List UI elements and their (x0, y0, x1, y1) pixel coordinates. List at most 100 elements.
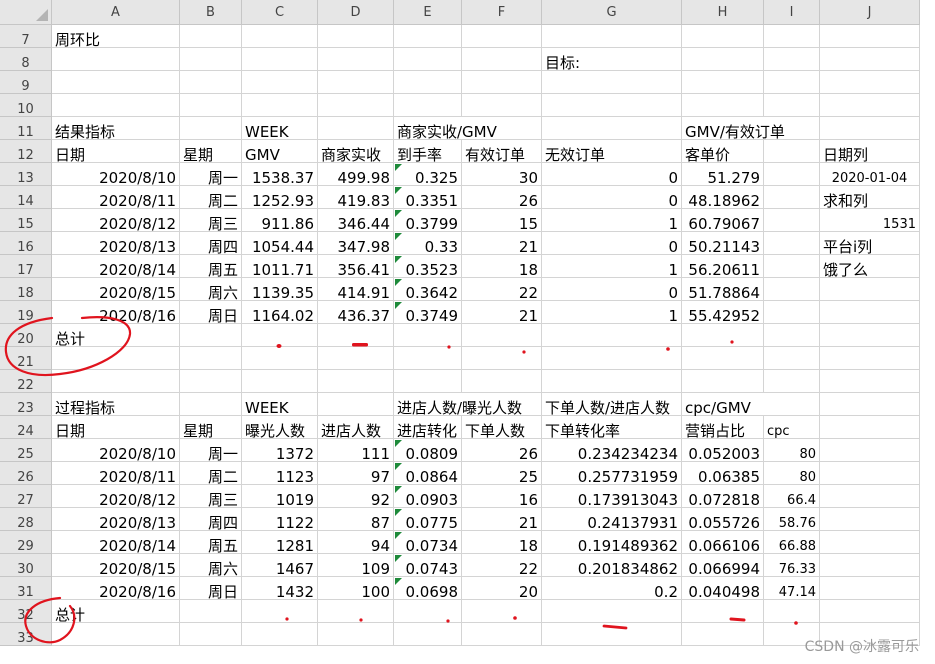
cell-F30[interactable]: 22 (462, 554, 542, 578)
cell-D22[interactable] (318, 370, 394, 393)
cell-H31[interactable]: 0.040498 (682, 577, 764, 601)
cell-E10[interactable] (394, 94, 462, 117)
row-header-31[interactable]: 31 (0, 577, 52, 600)
cell-J17[interactable]: 饿了么 (820, 255, 920, 279)
cell-A7[interactable]: 周环比 (52, 25, 180, 49)
cell-E9[interactable] (394, 71, 462, 94)
cell-G24[interactable]: 下单转化率 (542, 416, 682, 440)
row-header-21[interactable]: 21 (0, 347, 52, 370)
cell-I30[interactable]: 76.33 (764, 554, 820, 577)
cell-A33[interactable] (52, 623, 180, 646)
cell-C11[interactable]: WEEK (242, 117, 318, 141)
cell-G27[interactable]: 0.173913043 (542, 485, 682, 509)
select-all-corner[interactable] (0, 0, 52, 25)
cell-B16[interactable]: 周四 (180, 232, 242, 256)
cell-B24[interactable]: 星期 (180, 416, 242, 440)
cell-B13[interactable]: 周一 (180, 163, 242, 187)
cell-B19[interactable]: 周日 (180, 301, 242, 325)
cell-C26[interactable]: 1123 (242, 462, 318, 486)
cell-A31[interactable]: 2020/8/16 (52, 577, 180, 601)
row-header-7[interactable]: 7 (0, 25, 52, 48)
cell-F33[interactable] (462, 623, 542, 646)
cell-B14[interactable]: 周二 (180, 186, 242, 210)
cell-H19[interactable]: 55.42952 (682, 301, 764, 325)
cell-E17[interactable]: 0.3523 (394, 255, 462, 279)
error-flag-icon[interactable] (395, 302, 402, 309)
cell-H29[interactable]: 0.066106 (682, 531, 764, 555)
cell-I29[interactable]: 66.88 (764, 531, 820, 554)
cell-J18[interactable] (820, 278, 920, 301)
cell-B32[interactable] (180, 600, 242, 623)
cell-H28[interactable]: 0.055726 (682, 508, 764, 532)
cell-E29[interactable]: 0.0734 (394, 531, 462, 555)
row-header-13[interactable]: 13 (0, 163, 52, 186)
cell-B20[interactable] (180, 324, 242, 347)
cell-B10[interactable] (180, 94, 242, 117)
cell-C15[interactable]: 911.86 (242, 209, 318, 233)
cell-E28[interactable]: 0.0775 (394, 508, 462, 532)
cell-D28[interactable]: 87 (318, 508, 394, 532)
cell-E24[interactable]: 进店转化 (394, 416, 462, 440)
cell-B30[interactable]: 周六 (180, 554, 242, 578)
cell-A10[interactable] (52, 94, 180, 117)
cell-F22[interactable] (462, 370, 542, 393)
cell-A12[interactable]: 日期 (52, 140, 180, 164)
cell-D24[interactable]: 进店人数 (318, 416, 394, 440)
column-header-F[interactable]: F (462, 0, 542, 25)
cell-I16[interactable] (764, 232, 820, 255)
error-flag-icon[interactable] (395, 233, 402, 240)
cell-C31[interactable]: 1432 (242, 577, 318, 601)
cell-F10[interactable] (462, 94, 542, 117)
error-flag-icon[interactable] (395, 187, 402, 194)
cell-F12[interactable]: 有效订单 (462, 140, 542, 164)
cell-I27[interactable]: 66.4 (764, 485, 820, 508)
cell-B15[interactable]: 周三 (180, 209, 242, 233)
cell-J16[interactable]: 平台i列 (820, 232, 920, 256)
error-flag-icon[interactable] (395, 440, 402, 447)
cell-C32[interactable] (242, 600, 318, 623)
cell-A11[interactable]: 结果指标 (52, 117, 180, 141)
cell-D13[interactable]: 499.98 (318, 163, 394, 187)
cell-I18[interactable] (764, 278, 820, 301)
cell-H16[interactable]: 50.21143 (682, 232, 764, 256)
cell-G23[interactable]: 下单人数/进店人数 (542, 393, 682, 417)
row-header-23[interactable]: 23 (0, 393, 52, 416)
cell-E23[interactable]: 进店人数/曝光人数 (394, 393, 522, 417)
cell-G26[interactable]: 0.257731959 (542, 462, 682, 486)
cell-F16[interactable]: 21 (462, 232, 542, 256)
cell-F15[interactable]: 15 (462, 209, 542, 233)
cell-I31[interactable]: 47.14 (764, 577, 820, 600)
row-header-22[interactable]: 22 (0, 370, 52, 393)
cell-J30[interactable] (820, 554, 920, 577)
cell-J23[interactable] (820, 393, 920, 416)
cell-G13[interactable]: 0 (542, 163, 682, 187)
error-flag-icon[interactable] (395, 486, 402, 493)
row-header-24[interactable]: 24 (0, 416, 52, 439)
row-header-16[interactable]: 16 (0, 232, 52, 255)
cell-E30[interactable]: 0.0743 (394, 554, 462, 578)
cell-H30[interactable]: 0.066994 (682, 554, 764, 578)
cell-J9[interactable] (820, 71, 920, 94)
cell-D10[interactable] (318, 94, 394, 117)
cell-J19[interactable] (820, 301, 920, 324)
cell-J25[interactable] (820, 439, 920, 462)
cell-D20[interactable] (318, 324, 394, 347)
cell-A9[interactable] (52, 71, 180, 94)
row-header-33[interactable]: 33 (0, 623, 52, 646)
cell-H33[interactable] (682, 623, 764, 646)
column-header-A[interactable]: A (52, 0, 180, 25)
row-header-32[interactable]: 32 (0, 600, 52, 623)
cell-A29[interactable]: 2020/8/14 (52, 531, 180, 555)
cell-D33[interactable] (318, 623, 394, 646)
cell-J14[interactable]: 求和列 (820, 186, 920, 210)
cell-E19[interactable]: 0.3749 (394, 301, 462, 325)
cell-E16[interactable]: 0.33 (394, 232, 462, 256)
cell-I25[interactable]: 80 (764, 439, 820, 462)
cell-B33[interactable] (180, 623, 242, 646)
cell-F20[interactable] (462, 324, 542, 347)
error-flag-icon[interactable] (395, 532, 402, 539)
cell-G22[interactable] (542, 370, 682, 393)
cell-C17[interactable]: 1011.71 (242, 255, 318, 279)
cell-I20[interactable] (764, 324, 820, 347)
cell-B11[interactable] (180, 117, 242, 140)
